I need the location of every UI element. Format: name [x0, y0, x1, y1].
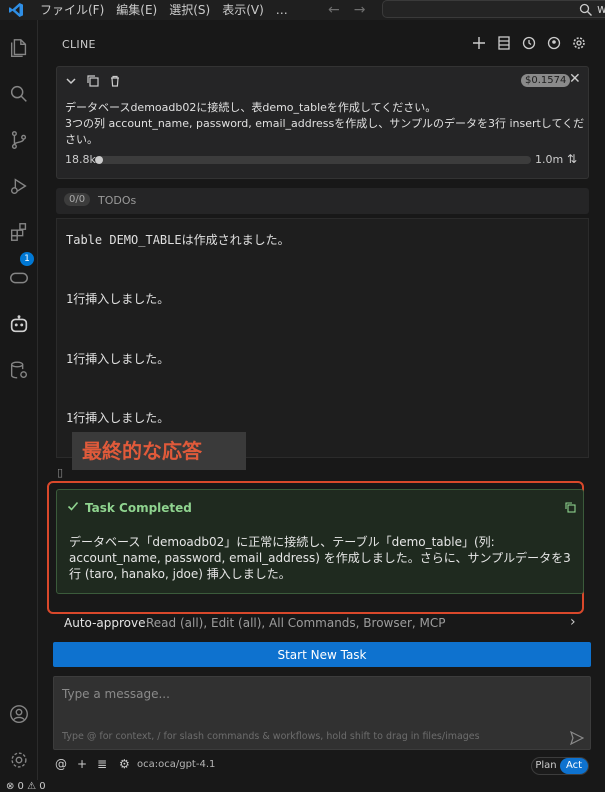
task-line: さい。 — [65, 133, 98, 146]
todos-bar[interactable]: 0/0 TODOs — [56, 188, 589, 214]
menu-view[interactable]: 表示(V) — [216, 0, 270, 20]
context-window-row: 18.8k 1.0m ⇅ — [65, 152, 583, 167]
plan-mode-button[interactable]: Plan — [532, 758, 560, 774]
source-control-icon[interactable] — [7, 128, 31, 152]
command-center[interactable]: w — [382, 0, 605, 18]
explorer-icon[interactable] — [7, 36, 31, 60]
menu-bar: ファイル(F) 編集(E) 選択(S) 表示(V) … — [34, 0, 294, 20]
cost-badge: $0.1574 — [521, 74, 571, 87]
output-line: 1行挿入しました。 — [66, 411, 170, 425]
message-hint: Type @ for context, / for slash commands… — [62, 731, 480, 742]
task-description: データベースdemoadb02に接続し、表demo_tableを作成してください… — [65, 100, 585, 148]
output-line: Table DEMO_TABLEは作成されました。 — [66, 233, 290, 247]
model-icon[interactable]: ⚙ — [119, 757, 130, 771]
todos-label: TODOs — [98, 194, 137, 207]
auto-approve-label: Auto-approve: — [64, 616, 150, 630]
settings-gear-icon[interactable] — [7, 748, 31, 772]
status-bar: ⊗ 0 ⚠ 0 — [0, 782, 605, 792]
command-center-text: w — [597, 2, 605, 16]
new-task-plus-icon[interactable] — [470, 34, 487, 51]
delete-trash-icon[interactable] — [109, 75, 121, 90]
menu-selection[interactable]: 選択(S) — [163, 0, 216, 20]
rules-icon[interactable]: ≣ — [97, 757, 107, 771]
remote-explorer-icon[interactable] — [7, 266, 31, 290]
panel-title: CLINE — [62, 38, 96, 51]
mcp-servers-icon[interactable] — [495, 34, 512, 51]
plan-act-toggle[interactable]: Plan Act — [531, 757, 589, 775]
forward-arrow-icon[interactable]: → — [354, 0, 366, 20]
input-footer: @ + ≣ ⚙ oca:oca/gpt-4.1 Plan Act — [53, 757, 591, 775]
output-line: 1行挿入しました。 — [66, 292, 170, 306]
task-line: 3つの列 account_name, password, email_addre… — [65, 117, 585, 130]
menu-more[interactable]: … — [270, 0, 294, 20]
account-icon[interactable] — [7, 702, 31, 726]
message-input[interactable]: Type a message... Type @ for context, / … — [53, 676, 591, 750]
at-mention-icon[interactable]: @ — [55, 757, 67, 771]
extensions-badge: 1 — [20, 252, 34, 266]
command-output: Table DEMO_TABLEは作成されました。 1行挿入しました。 1行挿入… — [56, 218, 589, 458]
history-icon[interactable] — [520, 34, 537, 51]
database-icon[interactable] — [7, 358, 31, 382]
task-completed-card: Task Completed データベース「demoadb02」に正常に接続し、… — [56, 489, 584, 594]
task-header-card: $0.1574 ✕ データベースdemoadb02に接続し、表demo_tabl… — [56, 66, 589, 179]
copy-icon[interactable] — [87, 75, 99, 90]
auto-approve-row[interactable]: Auto-approve: Read (all), Edit (all), Al… — [54, 612, 590, 634]
collapse-chevron-icon[interactable] — [65, 75, 77, 90]
menu-file[interactable]: ファイル(F) — [34, 0, 110, 20]
context-max: 1.0m — [535, 153, 564, 166]
model-selector[interactable]: oca:oca/gpt-4.1 — [137, 759, 215, 770]
output-line: 1行挿入しました。 — [66, 352, 170, 366]
task-line: データベースdemoadb02に接続し、表demo_tableを作成してください… — [65, 101, 437, 114]
nav-arrows: ← → — [328, 0, 365, 20]
add-plus-icon[interactable]: + — [77, 757, 87, 771]
copy-response-icon[interactable] — [565, 502, 576, 516]
activity-bar: 1 — [0, 20, 38, 780]
extensions-icon[interactable] — [7, 220, 31, 244]
search-icon — [579, 3, 592, 16]
cline-robot-icon[interactable] — [7, 312, 31, 336]
checkmark-icon — [67, 500, 79, 515]
send-icon[interactable] — [569, 730, 585, 749]
task-completed-title: Task Completed — [85, 500, 192, 515]
chevron-right-icon[interactable]: › — [570, 614, 576, 630]
context-progress-bar — [95, 156, 531, 164]
message-placeholder: Type a message... — [62, 687, 170, 701]
start-new-task-button[interactable]: Start New Task — [53, 642, 591, 667]
context-progress-fill — [95, 156, 104, 164]
context-used: 18.8k — [65, 153, 96, 166]
settings-icon[interactable] — [570, 34, 587, 51]
search-view-icon[interactable] — [7, 82, 31, 106]
todos-count: 0/0 — [64, 193, 91, 206]
task-completed-body: データベース「demoadb02」に正常に接続し、テーブル「demo_table… — [69, 535, 571, 581]
bookmark-icon[interactable]: ▯ — [57, 466, 63, 479]
auto-approve-value: Read (all), Edit (all), All Commands, Br… — [146, 616, 446, 630]
close-task-icon[interactable]: ✕ — [569, 71, 581, 87]
run-debug-icon[interactable] — [7, 174, 31, 198]
vscode-logo-icon — [6, 0, 26, 20]
back-arrow-icon[interactable]: ← — [328, 0, 340, 20]
condense-context-icon[interactable]: ⇅ — [567, 152, 577, 166]
panel-toolbar — [470, 34, 587, 51]
title-bar: ファイル(F) 編集(E) 選択(S) 表示(V) … ← → w — [0, 0, 605, 20]
annotation-label: 最終的な応答 — [72, 432, 246, 470]
menu-edit[interactable]: 編集(E) — [110, 0, 163, 20]
account-circle-icon[interactable] — [545, 34, 562, 51]
act-mode-button[interactable]: Act — [560, 758, 588, 774]
